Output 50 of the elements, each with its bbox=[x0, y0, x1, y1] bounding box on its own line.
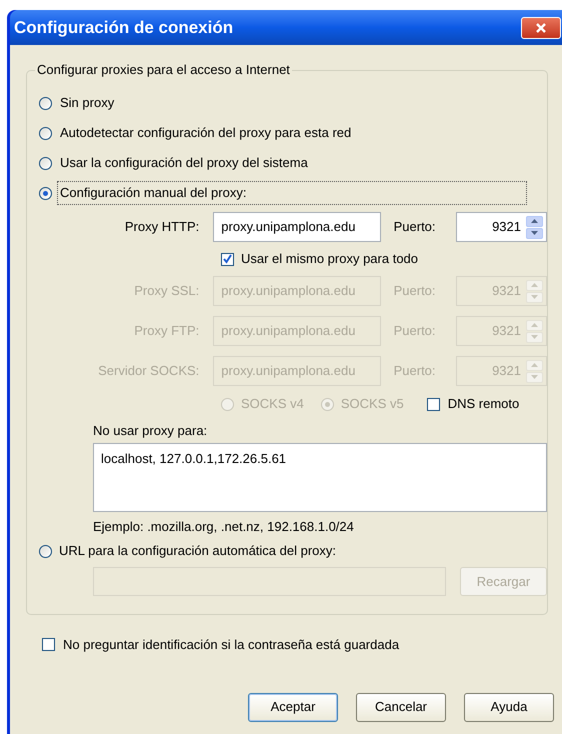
up-arrow-icon bbox=[531, 283, 538, 287]
checkbox[interactable] bbox=[42, 638, 55, 652]
radio-label[interactable]: Autodetectar configuración del proxy para esta red bbox=[57, 121, 354, 145]
radio-label[interactable]: Sin proxy bbox=[57, 91, 118, 115]
port-value: 9321 bbox=[492, 218, 521, 236]
window-title: Configuración de conexión bbox=[14, 16, 234, 39]
down-arrow-icon bbox=[531, 335, 538, 339]
port-value: 9321 bbox=[492, 282, 521, 300]
proxy-label: Servidor SOCKS: bbox=[97, 362, 200, 380]
up-arrow-icon bbox=[531, 219, 538, 223]
spin-down-button[interactable] bbox=[526, 228, 543, 238]
proxy-label: Proxy HTTP: bbox=[124, 218, 200, 236]
checkbox-label[interactable]: DNS remoto bbox=[448, 394, 520, 414]
group-title: Configurar proxies para el acceso a Internet bbox=[35, 62, 292, 78]
checkbox-label[interactable]: No preguntar identificación si la contraseña está guardada bbox=[63, 635, 400, 654]
radio-button[interactable] bbox=[39, 96, 52, 110]
port-value: 9321 bbox=[492, 322, 521, 340]
proxy-label: Proxy FTP: bbox=[133, 322, 200, 340]
close-button[interactable] bbox=[521, 16, 561, 38]
dialog-button[interactable]: Cancelar bbox=[356, 692, 446, 722]
port-label: Puerto: bbox=[394, 282, 437, 300]
port-label: Puerto: bbox=[394, 362, 437, 380]
down-arrow-icon bbox=[531, 375, 538, 379]
up-arrow-icon bbox=[531, 363, 538, 367]
port-label: Puerto: bbox=[394, 322, 437, 340]
up-arrow-icon bbox=[531, 323, 538, 327]
close-icon bbox=[536, 22, 546, 32]
proxy-label: Proxy SSL: bbox=[133, 282, 200, 300]
radio-label[interactable]: Configuración manual del proxy: bbox=[57, 181, 527, 205]
port-field[interactable]: 9321 bbox=[456, 212, 547, 242]
checkbox[interactable] bbox=[221, 252, 234, 266]
dialog-button[interactable]: Ayuda bbox=[464, 692, 554, 722]
spin-up-button[interactable] bbox=[526, 216, 543, 226]
port-label: Puerto: bbox=[394, 218, 437, 236]
no-proxy-field[interactable]: localhost, 127.0.0.1,172.26.5.61 bbox=[93, 443, 547, 512]
radio-button[interactable] bbox=[39, 186, 52, 200]
host-field[interactable]: proxy.unipamplona.edu bbox=[213, 212, 381, 242]
dialog-button[interactable]: Aceptar bbox=[248, 692, 338, 722]
radio-label[interactable]: URL para la configuración automática del proxy: bbox=[57, 541, 338, 561]
radio-button[interactable] bbox=[39, 126, 52, 140]
radio-button[interactable] bbox=[39, 156, 52, 170]
field-label: No usar proxy para: bbox=[93, 422, 208, 440]
example-text: Ejemplo: .mozilla.org, .net.nz, 192.168.1.0/24 bbox=[93, 518, 355, 536]
down-arrow-icon bbox=[531, 295, 538, 299]
checkbox-label[interactable]: Usar el mismo proxy para todo bbox=[241, 249, 418, 269]
down-arrow-icon bbox=[531, 231, 538, 235]
radio-button[interactable] bbox=[39, 544, 52, 558]
checkbox[interactable] bbox=[426, 398, 440, 410]
radio-label[interactable]: Usar la configuración del proxy del sistema bbox=[57, 151, 311, 175]
port-value: 9321 bbox=[492, 362, 521, 380]
